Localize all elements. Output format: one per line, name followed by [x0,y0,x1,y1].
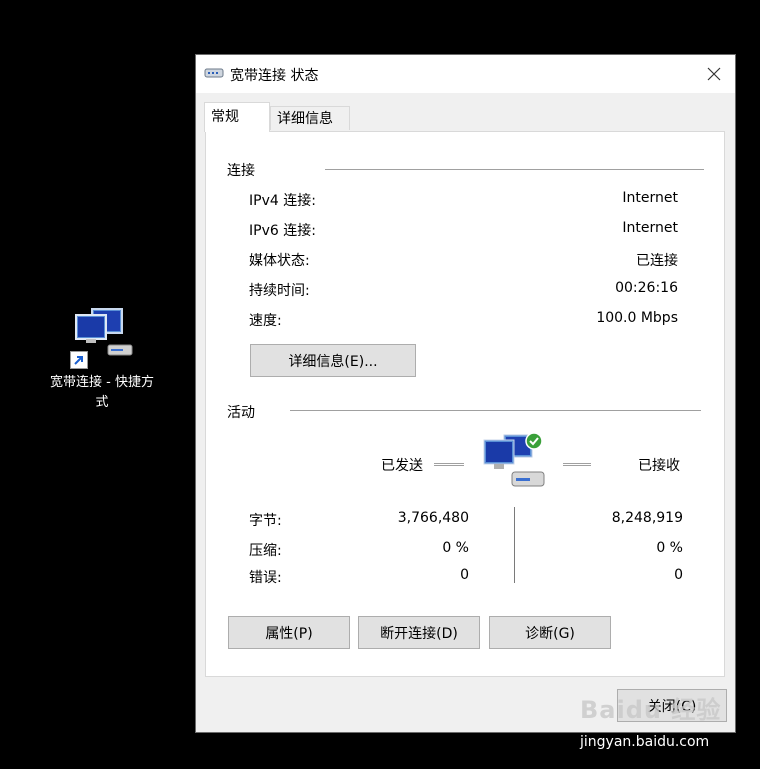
sent-line [434,463,464,466]
activity-separator [514,507,515,583]
network-connection-icon [70,305,134,369]
diagnose-button[interactable]: 诊断(G) [489,616,611,649]
baidu-watermark: Baidu 经验 jingyan.baidu.com [580,690,722,750]
connection-section-title: 连接 [227,163,255,179]
ipv6-label: IPv6 连接: [249,223,316,239]
duration-label: 持续时间: [249,283,310,299]
ipv4-value: Internet [622,190,678,206]
general-panel: 连接 IPv4 连接: Internet IPv6 连接: Internet 媒… [205,131,725,677]
watermark-url: jingyan.baidu.com [580,734,710,750]
duration-value: 00:26:16 [615,280,678,296]
sent-label: 已发送 [381,458,423,474]
bytes-sent-value: 3,766,480 [397,510,469,526]
ipv4-label: IPv4 连接: [249,193,316,209]
shortcut-arrow-icon [70,351,88,369]
properties-button[interactable]: 属性(P) [228,616,350,649]
media-status-label: 媒体状态: [249,253,310,269]
connection-status-dialog: 宽带连接 状态 常规 详细信息 连接 IPv4 连接: Internet IPv… [195,54,736,733]
ipv6-value: Internet [622,220,678,236]
speed-label: 速度: [249,313,282,329]
received-line [563,463,591,466]
speed-value: 100.0 Mbps [596,310,678,326]
watermark-logo: Baidu 经验 [580,696,722,724]
close-window-button[interactable] [701,61,727,87]
title-bar: 宽带连接 状态 [196,55,735,93]
activity-divider [290,410,701,411]
bytes-label: 字节: [249,513,282,529]
compression-sent-value: 0 % [442,540,469,556]
errors-received-value: 0 [674,567,683,583]
details-button[interactable]: 详细信息(E)... [250,344,416,377]
media-status-value: 已连接 [636,253,678,269]
window-title: 宽带连接 状态 [230,68,319,84]
errors-label: 错误: [249,570,282,586]
compression-received-value: 0 % [656,540,683,556]
tab-general[interactable]: 常规 [204,102,270,132]
tab-details[interactable]: 详细信息 [270,106,350,130]
compression-label: 压缩: [249,543,282,559]
disconnect-button[interactable]: 断开连接(D) [358,616,480,649]
close-icon [707,67,721,81]
shortcut-label: 宽带连接 - 快捷方式 [50,375,154,410]
network-activity-icon [482,432,548,496]
errors-sent-value: 0 [460,567,469,583]
received-label: 已接收 [638,458,680,474]
broadband-icon [204,66,224,84]
desktop-shortcut-broadband[interactable]: 宽带连接 - 快捷方式 [50,305,154,413]
activity-section-title: 活动 [227,405,255,421]
bytes-received-value: 8,248,919 [611,510,683,526]
connection-divider [325,169,704,170]
